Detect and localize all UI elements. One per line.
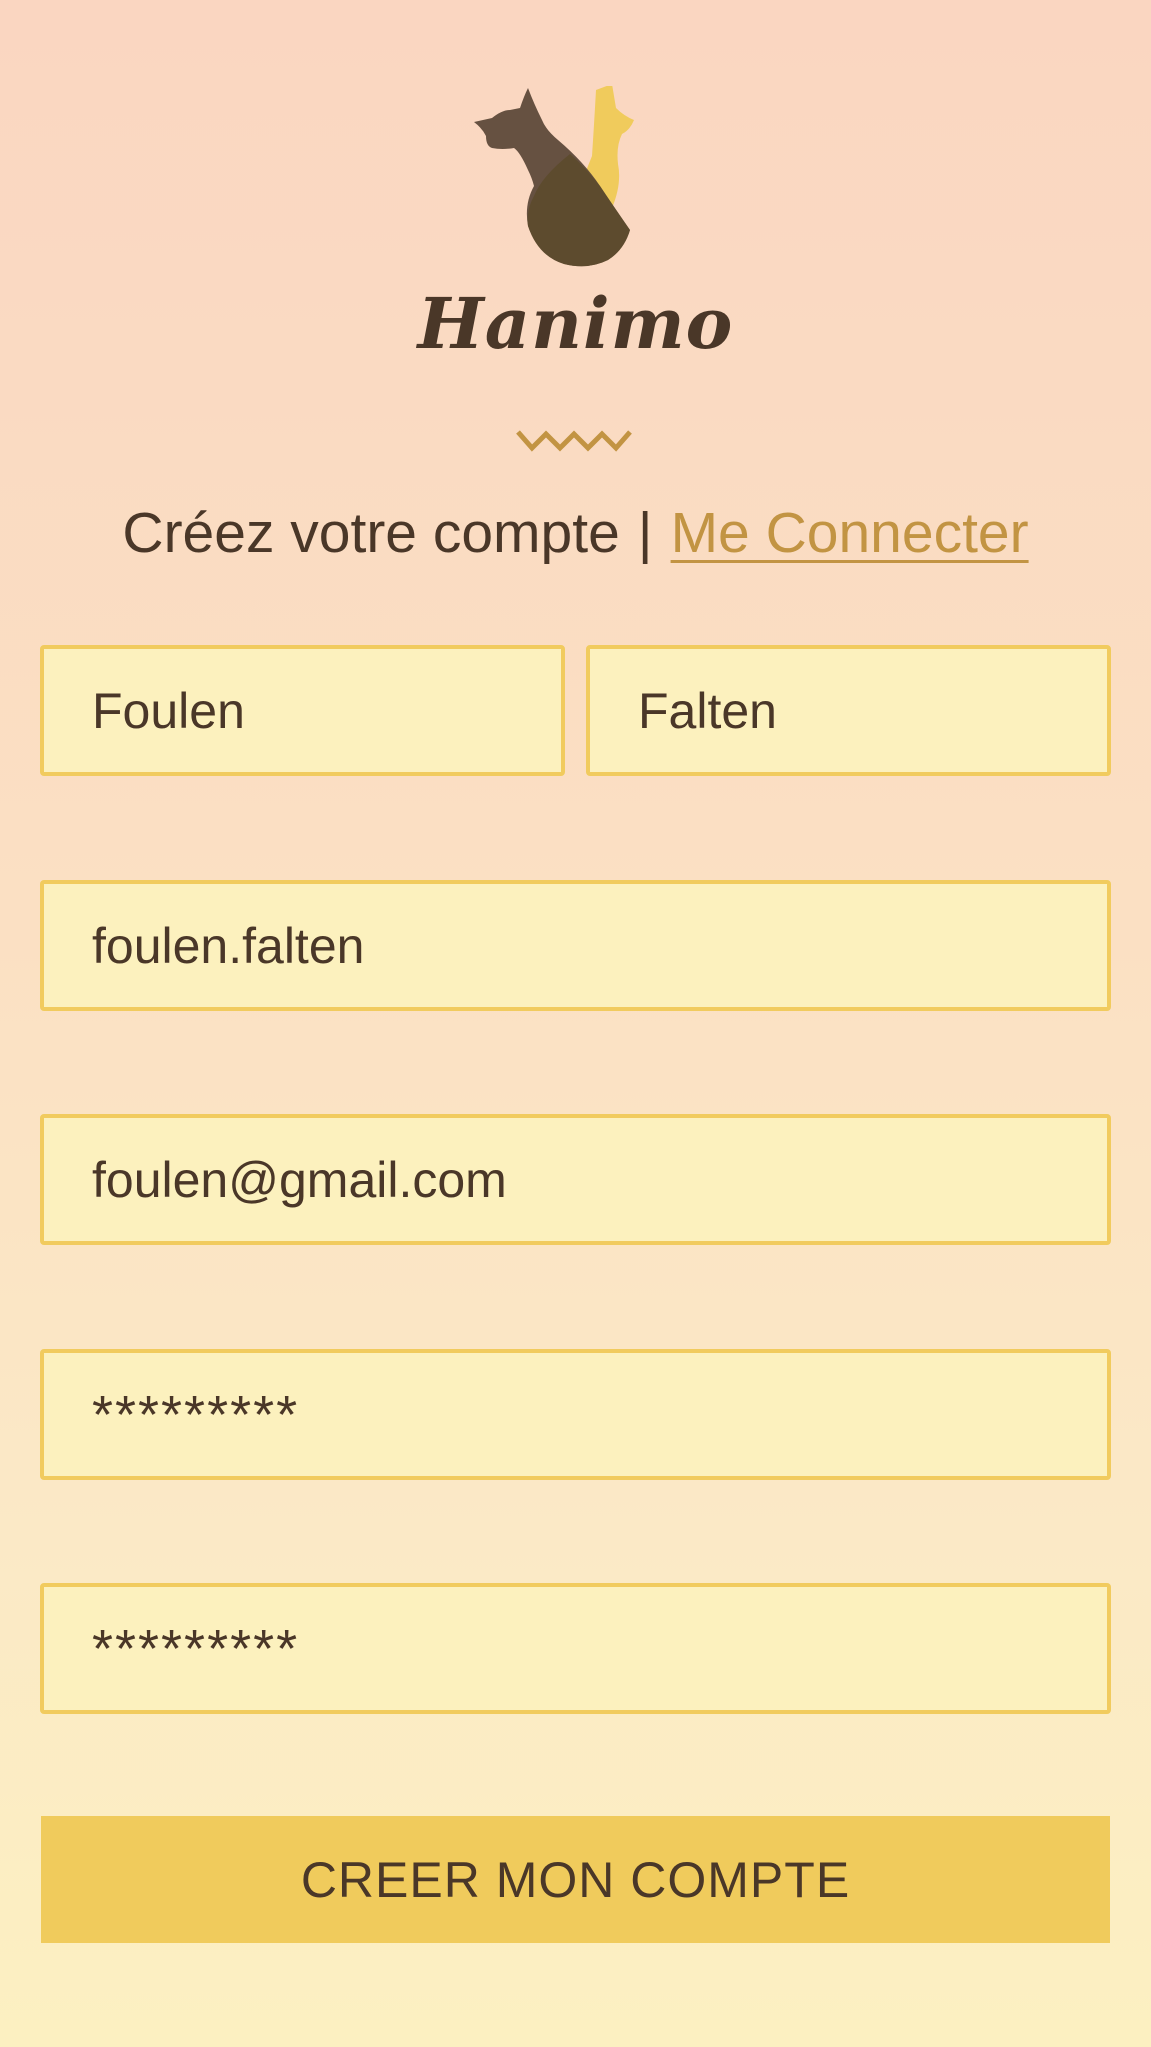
password-field[interactable]: ********* xyxy=(40,1349,1111,1480)
email-value: foulen@gmail.com xyxy=(92,1151,507,1208)
separator: | xyxy=(637,501,653,565)
last-name-value: Falten xyxy=(638,682,777,739)
login-link[interactable]: Me Connecter xyxy=(671,501,1029,565)
page-subtitle: Créez votre compte | Me Connecter xyxy=(0,500,1151,566)
zigzag-divider-icon xyxy=(516,430,632,452)
create-account-heading: Créez votre compte xyxy=(122,501,620,565)
create-account-button[interactable]: CREER MON COMPTE xyxy=(41,1816,1110,1943)
dog-cat-logo-icon xyxy=(474,86,634,267)
confirm-password-field[interactable]: ********* xyxy=(40,1583,1111,1714)
brand-name: Hanimo xyxy=(417,282,734,365)
password-value: ********* xyxy=(92,1384,300,1445)
first-name-field[interactable]: Foulen xyxy=(40,645,565,776)
email-field[interactable]: foulen@gmail.com xyxy=(40,1114,1111,1245)
confirm-password-value: ********* xyxy=(92,1618,300,1679)
first-name-value: Foulen xyxy=(92,682,245,739)
last-name-field[interactable]: Falten xyxy=(586,645,1111,776)
username-value: foulen.falten xyxy=(92,917,365,974)
username-field[interactable]: foulen.falten xyxy=(40,880,1111,1011)
